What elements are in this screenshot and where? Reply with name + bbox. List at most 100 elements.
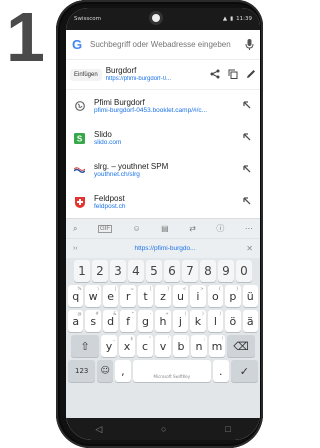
- key-r[interactable]: r =: [120, 285, 136, 307]
- suggestion-item[interactable]: Pfimi Burgdorf pfimi-burgdorf-0453.bookl…: [66, 90, 260, 122]
- key-ö[interactable]: ö: [225, 310, 241, 332]
- back-icon[interactable]: ◁: [95, 424, 102, 435]
- translate-icon[interactable]: ⇄: [189, 224, 196, 233]
- edit-icon[interactable]: [246, 66, 256, 84]
- suggestion-item[interactable]: slrg. – youthnet SPM youthnet.ch/slrg: [66, 154, 260, 186]
- more-icon[interactable]: ⋯: [245, 224, 253, 233]
- suggestion-title: Slido: [94, 129, 112, 139]
- suggestion-item[interactable]: S Slido slido.com: [66, 122, 260, 154]
- key-8[interactable]: 8: [200, 260, 216, 282]
- key-ü[interactable]: ü: [242, 285, 258, 307]
- search-input[interactable]: [90, 40, 239, 49]
- paste-button[interactable]: Einfügen: [70, 68, 102, 81]
- keyboard: 1234567890 q% w \ e | r = t[z] u < i > o{p} ü a @ s # d & f…: [66, 258, 260, 440]
- home-icon[interactable]: ○: [161, 424, 166, 434]
- key-hint: }: [235, 286, 239, 291]
- key-0[interactable]: 0: [236, 260, 252, 282]
- period-key[interactable]: .: [212, 360, 229, 382]
- key-hint: >: [200, 286, 204, 291]
- key-1[interactable]: 1: [74, 260, 90, 282]
- fill-arrow-icon[interactable]: [242, 161, 252, 179]
- backspace-key[interactable]: ⌫: [227, 335, 255, 357]
- svg-text:S: S: [77, 134, 83, 143]
- key-ä[interactable]: ä: [242, 310, 258, 332]
- emoji-key[interactable]: ☺: [97, 360, 114, 382]
- key-e[interactable]: e |: [102, 285, 119, 307]
- phone-frame: Swisscom ▲ ▮ 11:39 G Einfügen Burgdorf h…: [56, 0, 263, 448]
- share-icon[interactable]: [210, 66, 220, 84]
- key-o[interactable]: o{: [207, 285, 224, 307]
- key-label: h: [159, 314, 167, 328]
- key-label: z: [160, 289, 166, 303]
- fill-arrow-icon[interactable]: [242, 97, 252, 115]
- key-6[interactable]: 6: [164, 260, 180, 282]
- comma-key[interactable]: ,: [115, 360, 131, 382]
- gif-icon[interactable]: GIF: [97, 224, 112, 233]
- copy-icon[interactable]: [228, 66, 238, 84]
- key-t[interactable]: t[: [137, 285, 154, 307]
- key-hint: %: [77, 286, 82, 291]
- search-icon[interactable]: ⌕: [73, 224, 77, 234]
- expand-icon[interactable]: ›‹: [73, 245, 87, 252]
- key-x[interactable]: x $: [119, 335, 135, 357]
- suggestion-text: Feldpost feldpost.ch: [94, 194, 233, 211]
- key-7[interactable]: 7: [182, 260, 198, 282]
- key-label: r: [125, 289, 131, 303]
- info-icon[interactable]: ⓘ: [216, 223, 224, 234]
- key-c[interactable]: c ": [137, 335, 153, 357]
- sticker-icon[interactable]: ☺: [132, 224, 140, 233]
- key-z[interactable]: z]: [155, 285, 171, 307]
- shift-key[interactable]: ⇧: [71, 335, 99, 357]
- suggestion-item[interactable]: Feldpost feldpost.ch: [66, 186, 260, 218]
- key-label: k: [194, 314, 202, 328]
- close-icon[interactable]: ✕: [243, 244, 253, 253]
- key-label: v: [159, 339, 167, 353]
- key-h[interactable]: h +: [155, 310, 171, 332]
- key-label: e: [107, 289, 115, 303]
- key-9[interactable]: 9: [218, 260, 234, 282]
- key-2[interactable]: 2: [92, 260, 108, 282]
- key-p[interactable]: p}: [225, 285, 241, 307]
- key-label: t: [143, 289, 148, 303]
- key-i[interactable]: i >: [190, 285, 206, 307]
- navigation-bar: ◁ ○ □: [66, 418, 260, 440]
- enter-key[interactable]: ✓: [230, 360, 259, 382]
- key-n[interactable]: n;: [191, 335, 207, 357]
- key-k[interactable]: k): [190, 310, 206, 332]
- key-g[interactable]: g-: [137, 310, 154, 332]
- clipboard-suggestion[interactable]: Einfügen Burgdorf https://pfimi-burgdorf…: [66, 60, 260, 90]
- symbols-key[interactable]: 123: [68, 360, 96, 382]
- key-5[interactable]: 5: [146, 260, 162, 282]
- suggestion-url: youthnet.ch/slrg: [94, 170, 140, 178]
- key-w[interactable]: w \: [85, 285, 101, 307]
- key-m[interactable]: m!: [209, 335, 225, 357]
- key-v[interactable]: v ': [155, 335, 171, 357]
- key-a[interactable]: a @: [68, 310, 84, 332]
- key-y[interactable]: y _: [101, 335, 117, 357]
- key-label: ä: [246, 314, 254, 328]
- microphone-icon[interactable]: [245, 39, 254, 50]
- key-d[interactable]: d &: [102, 310, 119, 332]
- key-hint: !: [221, 336, 223, 341]
- slido-icon: S: [74, 132, 85, 144]
- key-b[interactable]: b:: [173, 335, 189, 357]
- clipboard-icon[interactable]: ▤: [161, 224, 169, 233]
- key-u[interactable]: u <: [172, 285, 189, 307]
- letter-row-1: q% w \ e | r = t[z] u < i > o{p} ü: [68, 285, 258, 307]
- key-3[interactable]: 3: [110, 260, 126, 282]
- key-q[interactable]: q%: [68, 285, 84, 307]
- key-l[interactable]: l /: [207, 310, 224, 332]
- key-f[interactable]: f *: [120, 310, 136, 332]
- recents-icon[interactable]: □: [225, 424, 230, 434]
- space-key[interactable]: Microsoft SwiftKey: [132, 360, 211, 382]
- fill-arrow-icon[interactable]: [242, 193, 252, 211]
- key-j[interactable]: j(: [172, 310, 189, 332]
- key-s[interactable]: s #: [85, 310, 101, 332]
- key-4[interactable]: 4: [128, 260, 144, 282]
- key-label: u: [176, 289, 184, 303]
- keyboard-link-suggestion[interactable]: https://pfimi-burgdo...: [87, 245, 243, 252]
- battery-icon: ▮: [230, 16, 234, 22]
- key-label: n: [195, 339, 203, 353]
- fill-arrow-icon[interactable]: [242, 129, 252, 147]
- key-label: x: [123, 339, 131, 353]
